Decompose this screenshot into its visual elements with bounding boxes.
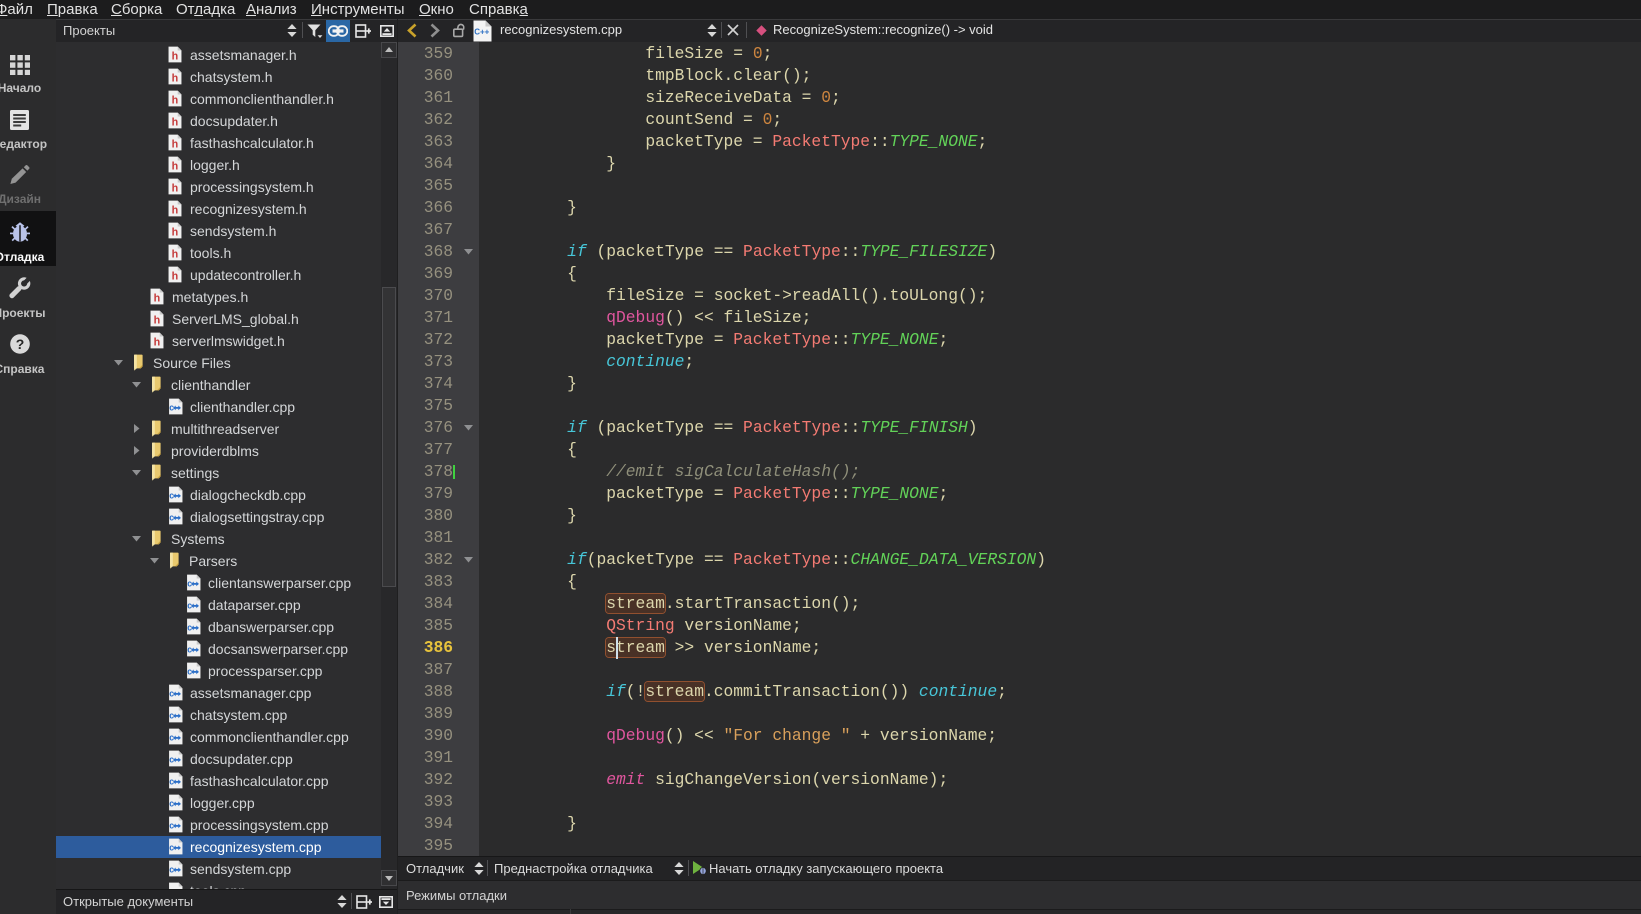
svg-text:c: c [169,755,174,765]
svg-text:c: c [187,623,192,633]
svg-text:c: c [187,579,192,589]
svg-text:?: ? [16,336,25,352]
svg-text:c: c [169,843,174,853]
svg-text:h: h [172,227,179,239]
svg-text:c: c [169,733,174,743]
svg-text:c: c [169,799,174,809]
svg-text:c: c [187,667,192,677]
svg-text:h: h [172,205,179,217]
svg-text:h: h [154,293,161,305]
svg-text:c: c [187,645,192,655]
svg-text:c: c [169,865,174,875]
svg-text:c: c [187,601,192,611]
svg-text:h: h [172,51,179,63]
svg-text:c: c [169,513,174,523]
svg-text:h: h [172,73,179,85]
svg-text:h: h [172,139,179,151]
svg-text:c: c [169,777,174,787]
svg-text:h: h [172,117,179,129]
svg-text:C++: C++ [474,28,489,37]
svg-text:h: h [154,337,161,349]
svg-text:c: c [169,491,174,501]
svg-text:c: c [169,689,174,699]
svg-text:c: c [169,887,174,889]
svg-text:h: h [154,315,161,327]
svg-text:h: h [172,249,179,261]
svg-text:c: c [169,821,174,831]
svg-text:c: c [169,403,174,413]
svg-text:c: c [169,711,174,721]
svg-text:h: h [172,95,179,107]
svg-text:h: h [172,183,179,195]
svg-text:h: h [172,161,179,173]
svg-text:h: h [172,271,179,283]
